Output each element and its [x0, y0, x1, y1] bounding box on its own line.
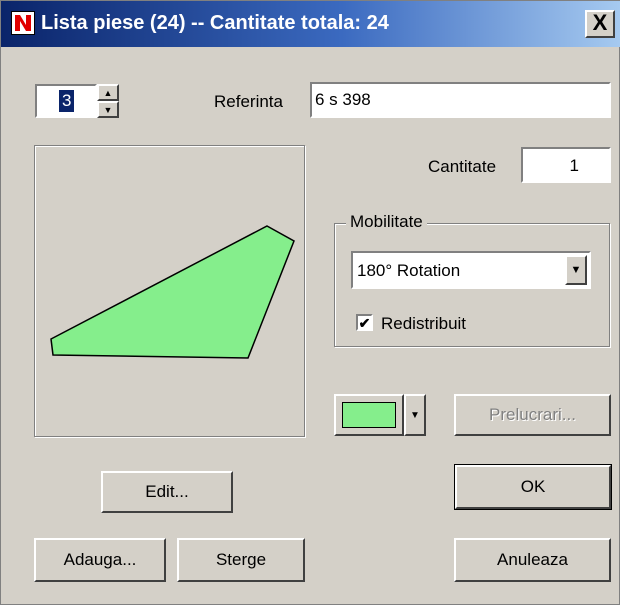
checkmark-icon: ✔ — [358, 314, 371, 331]
mobilitate-group-label: Mobilitate — [346, 212, 427, 232]
piece-shape — [50, 225, 295, 359]
dialog-window: Lista piese (24) -- Cantitate totala: 24… — [0, 0, 620, 605]
close-button[interactable]: X — [585, 10, 615, 38]
referinta-label: Referinta — [214, 92, 283, 111]
redistribuit-checkbox[interactable]: ✔ — [356, 314, 373, 331]
anuleaza-label: Anuleaza — [497, 550, 568, 569]
referinta-input[interactable]: 6 s 398 — [310, 82, 611, 118]
piece-shape-preview — [50, 225, 295, 359]
sterge-button[interactable]: Sterge — [177, 538, 305, 582]
arrow-up-icon: ▲ — [103, 87, 113, 98]
arrow-down-icon: ▼ — [103, 104, 113, 115]
mobilitate-select[interactable]: 180° Rotation ▼ — [351, 251, 591, 289]
edit-label: Edit... — [145, 482, 189, 501]
chevron-down-icon: ▼ — [410, 409, 420, 421]
mobilitate-selected-value: 180° Rotation — [357, 261, 461, 280]
spinner-buttons: ▲ ▼ — [97, 84, 119, 118]
piece-preview-panel — [34, 145, 305, 437]
piece-index-spinner[interactable]: 3 — [35, 84, 97, 118]
prelucrari-label: Prelucrari... — [489, 405, 576, 424]
edit-button[interactable]: Edit... — [101, 471, 233, 513]
prelucrari-button[interactable]: Prelucrari... — [454, 394, 611, 436]
redistribuit-label: Redistribuit — [381, 314, 467, 333]
color-picker-button[interactable] — [334, 394, 404, 436]
sterge-label: Sterge — [215, 550, 267, 569]
mobilitate-dropdown-button[interactable]: ▼ — [565, 255, 587, 285]
cantitate-label: Cantitate — [428, 157, 497, 176]
spinner-down-button[interactable]: ▼ — [97, 101, 119, 118]
anuleaza-button[interactable]: Anuleaza — [454, 538, 611, 582]
ok-label: OK — [520, 477, 546, 496]
app-logo-icon — [11, 11, 35, 35]
color-dropdown-button[interactable]: ▼ — [404, 394, 426, 436]
piece-index-value: 3 — [59, 90, 75, 112]
referinta-value: 6 s 398 — [315, 90, 371, 109]
chevron-down-icon: ▼ — [570, 264, 582, 276]
color-swatch — [342, 402, 396, 428]
cantitate-input[interactable]: 1 — [521, 147, 611, 183]
spinner-up-button[interactable]: ▲ — [97, 84, 119, 101]
adauga-button[interactable]: Adauga... — [34, 538, 166, 582]
adauga-label: Adauga... — [63, 550, 137, 569]
ok-button[interactable]: OK — [455, 465, 611, 509]
cantitate-value: 1 — [569, 156, 579, 175]
close-icon: X — [592, 10, 608, 35]
title-bar[interactable]: Lista piese (24) -- Cantitate totala: 24… — [1, 1, 620, 47]
window-title: Lista piese (24) -- Cantitate totala: 24 — [41, 12, 389, 34]
